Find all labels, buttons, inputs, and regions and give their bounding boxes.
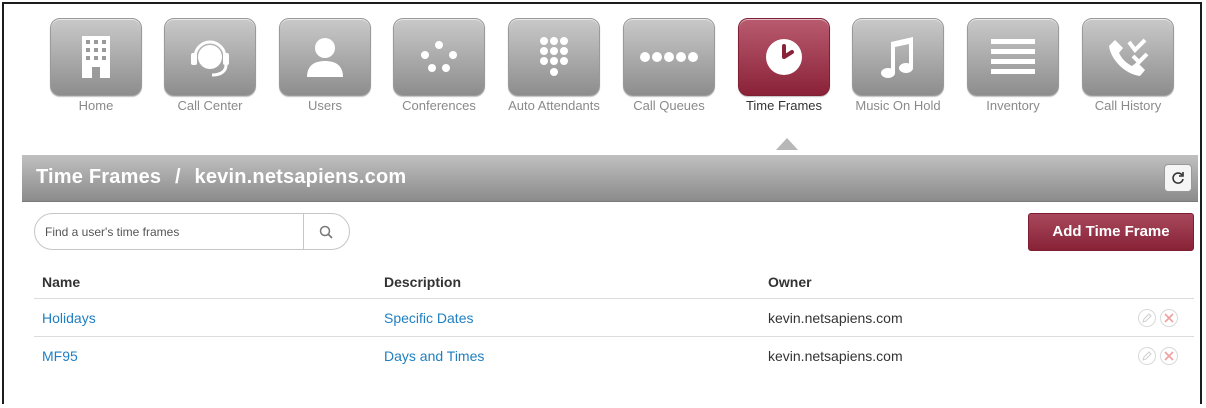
close-icon xyxy=(1164,313,1174,323)
nav-tile-conferences[interactable] xyxy=(393,18,485,96)
nav-label-call-queues: Call Queues xyxy=(633,98,705,113)
time-frame-description-link[interactable]: Days and Times xyxy=(384,348,484,364)
add-time-frame-button[interactable]: Add Time Frame xyxy=(1028,213,1194,251)
nav-tile-call-center[interactable] xyxy=(164,18,256,96)
edit-button[interactable] xyxy=(1138,309,1156,327)
refresh-button[interactable] xyxy=(1164,164,1192,192)
keypad-icon xyxy=(540,37,568,76)
time-frame-owner: kevin.netsapiens.com xyxy=(768,310,903,326)
phone-history-icon xyxy=(1109,38,1149,76)
building-icon xyxy=(82,36,110,78)
nav-label-inventory: Inventory xyxy=(986,98,1040,113)
nav-tile-call-history[interactable] xyxy=(1082,18,1174,96)
nav-label-home: Home xyxy=(78,98,114,113)
pencil-icon xyxy=(1142,313,1152,323)
nav-label-call-center: Call Center xyxy=(177,98,243,113)
search-input[interactable] xyxy=(45,223,295,241)
nav-tile-home[interactable] xyxy=(50,18,142,96)
search-divider xyxy=(303,214,304,249)
list-lines-icon xyxy=(991,39,1035,74)
clock-icon xyxy=(766,39,802,75)
dots-cluster-icon xyxy=(421,41,457,72)
nav-label-music-on-hold: Music On Hold xyxy=(855,98,941,113)
column-header-owner: Owner xyxy=(768,274,812,290)
nav-label-conferences: Conferences xyxy=(402,98,476,113)
time-frame-owner: kevin.netsapiens.com xyxy=(768,348,903,364)
queue-dots-icon xyxy=(640,52,698,62)
nav-tile-auto-attendants[interactable] xyxy=(508,18,600,96)
delete-button[interactable] xyxy=(1160,309,1178,327)
time-frame-name-link[interactable]: Holidays xyxy=(42,310,96,326)
time-frame-description-link[interactable]: Specific Dates xyxy=(384,310,473,326)
nav-tile-users[interactable] xyxy=(279,18,371,96)
nav-tile-call-queues[interactable] xyxy=(623,18,715,96)
breadcrumb-separator: / xyxy=(175,166,181,188)
music-note-icon xyxy=(881,37,913,78)
table-row: Holidays Specific Dates kevin.netsapiens… xyxy=(34,298,1194,337)
nav-label-call-history: Call History xyxy=(1094,98,1162,113)
pencil-icon xyxy=(1142,351,1152,361)
page-title-text: Time Frames xyxy=(36,166,162,188)
time-frame-name-link[interactable]: MF95 xyxy=(42,348,78,364)
table-row: MF95 Days and Times kevin.netsapiens.com xyxy=(34,336,1194,375)
search-icon[interactable] xyxy=(319,225,333,239)
headset-icon xyxy=(191,40,229,77)
refresh-icon xyxy=(1172,172,1184,184)
nav-tile-inventory[interactable] xyxy=(967,18,1059,96)
nav-tile-time-frames[interactable] xyxy=(738,18,830,96)
delete-button[interactable] xyxy=(1160,347,1178,365)
page-title: Time Frames / kevin.netsapiens.com xyxy=(36,166,406,189)
section-header: Time Frames / kevin.netsapiens.com xyxy=(22,155,1198,202)
domain-label: kevin.netsapiens.com xyxy=(194,166,407,188)
column-header-name: Name xyxy=(42,274,81,290)
column-header-description: Description xyxy=(384,274,462,290)
active-pointer xyxy=(776,138,798,150)
nav-tile-music-on-hold[interactable] xyxy=(852,18,944,96)
nav-label-time-frames: Time Frames xyxy=(745,98,823,113)
nav-label-auto-attendants: Auto Attendants xyxy=(508,98,600,113)
search-box xyxy=(34,213,350,250)
nav-label-users: Users xyxy=(308,98,342,113)
close-icon xyxy=(1164,351,1174,361)
user-icon xyxy=(307,38,343,77)
edit-button[interactable] xyxy=(1138,347,1156,365)
